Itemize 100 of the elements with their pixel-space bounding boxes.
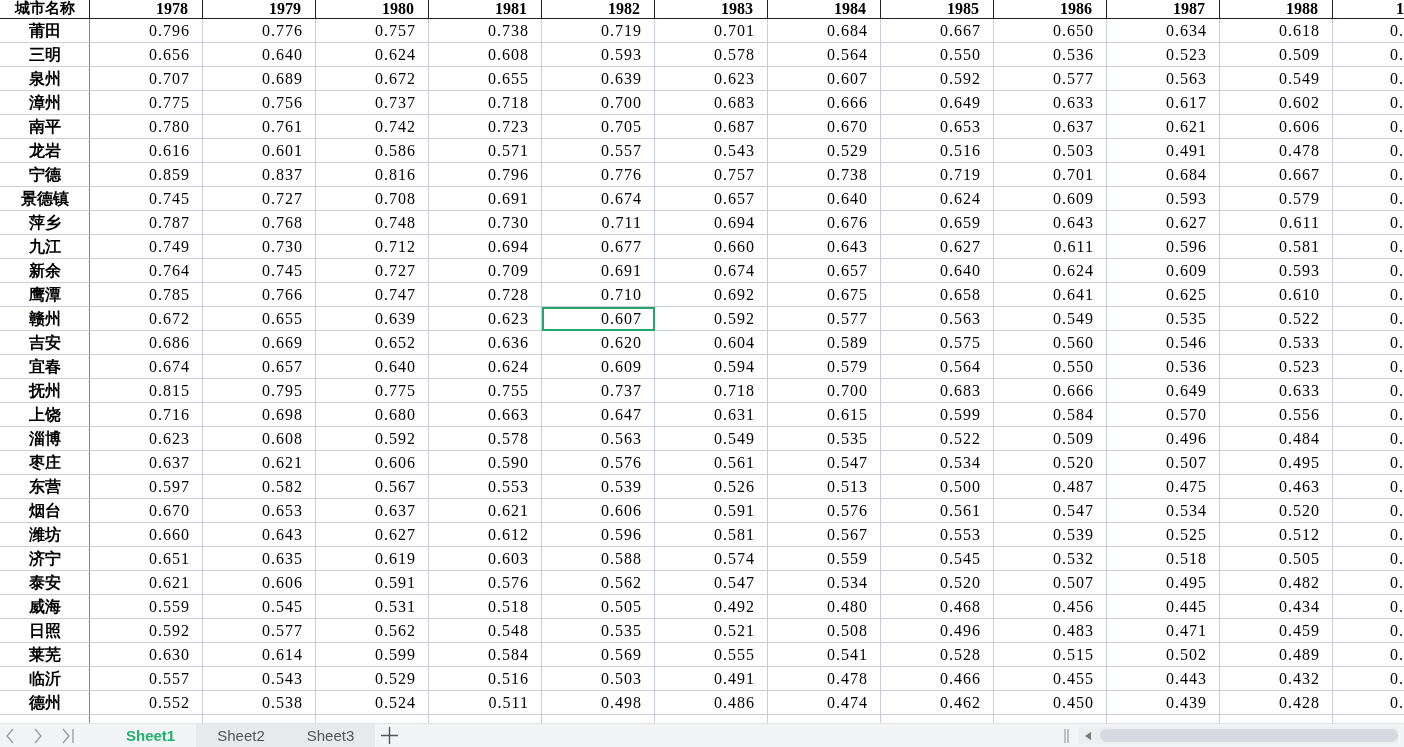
table-cell: 0.643	[203, 523, 316, 547]
table-cell: 0.607	[768, 67, 881, 91]
table-cell: 0.518	[429, 595, 542, 619]
table-cell: 0.483	[994, 619, 1107, 643]
table-cell: 0.503	[994, 139, 1107, 163]
table-cell: 0.455	[994, 667, 1107, 691]
sheet-tab[interactable]: Sheet3	[285, 724, 376, 747]
table-cell: 0.637	[994, 115, 1107, 139]
table-cell: 0.757	[316, 19, 429, 43]
table-cell: 0.520	[1220, 499, 1333, 523]
table-cell: 0.480	[768, 595, 881, 619]
table-cell: 0.719	[881, 163, 994, 187]
city-name-cell: 莱芜	[0, 643, 90, 667]
table-cell: 0.536	[994, 43, 1107, 67]
table-cell: 0.549	[1220, 67, 1333, 91]
table-cell: 0.607	[542, 307, 655, 331]
table-cell: 0.548	[429, 619, 542, 643]
table-cell: 0.512	[1220, 523, 1333, 547]
table-cell: 0.563	[542, 427, 655, 451]
table-cell: 0.592	[655, 307, 768, 331]
table-cell: 0.639	[542, 67, 655, 91]
table-cell: 0.546	[1107, 331, 1220, 355]
column-header: 1981	[429, 0, 542, 18]
table-cell: 0.500	[881, 475, 994, 499]
table-cell: 0.686	[90, 331, 203, 355]
table-cell: 0.656	[90, 43, 203, 67]
table-cell: 0.525	[1107, 523, 1220, 547]
table-cell: 0.621	[429, 499, 542, 523]
previous-sheet-icon[interactable]	[5, 727, 15, 744]
column-header: 1985	[881, 0, 994, 18]
table-cell: 0.624	[316, 43, 429, 67]
table-cell: 0.549	[655, 427, 768, 451]
table-cell: 0.728	[429, 283, 542, 307]
table-cell: 0.459	[1220, 619, 1333, 643]
table-cell: 0.683	[655, 91, 768, 115]
horizontal-scrollbar[interactable]	[1078, 727, 1398, 744]
scrollbar-thumb[interactable]	[1100, 729, 1398, 742]
table-cell: 0.640	[881, 259, 994, 283]
table-cell: 0.579	[768, 355, 881, 379]
add-sheet-icon[interactable]	[381, 727, 399, 744]
table-cell: 0.609	[542, 355, 655, 379]
table-cell: 0.615	[768, 403, 881, 427]
city-name-cell: 景德镇	[0, 187, 90, 211]
table-cell: 0.484	[1220, 427, 1333, 451]
column-header: 1987	[1107, 0, 1220, 18]
table-cell: 0.680	[316, 403, 429, 427]
city-name-cell: 莆田	[0, 19, 90, 43]
table-cell: 0.498	[542, 691, 655, 715]
table-cell: 0.567	[316, 475, 429, 499]
city-name-cell: 德州	[0, 691, 90, 715]
table-cell: 0.591	[316, 571, 429, 595]
table-cell: 0.	[1333, 91, 1404, 115]
table-cell: 0.518	[1107, 547, 1220, 571]
table-cell: 0.495	[1220, 451, 1333, 475]
table-cell: 0.718	[655, 379, 768, 403]
table-cell: 0.586	[316, 139, 429, 163]
table-cell: 0.652	[316, 331, 429, 355]
table-cell: 0.526	[655, 475, 768, 499]
table-cell: 0.627	[316, 523, 429, 547]
table-cell: 0.737	[542, 379, 655, 403]
table-cell: 0.564	[768, 43, 881, 67]
city-name-cell: 济宁	[0, 547, 90, 571]
table-cell: 0.624	[429, 355, 542, 379]
city-name-cell: 临沂	[0, 667, 90, 691]
table-cell: 0.511	[429, 691, 542, 715]
table-cell: 0.445	[1107, 595, 1220, 619]
table-cell: 0.592	[881, 67, 994, 91]
table-cell: 0.674	[655, 259, 768, 283]
table-cell: 0.653	[881, 115, 994, 139]
splitter-handle-icon[interactable]	[1064, 728, 1069, 743]
next-sheet-icon[interactable]	[33, 727, 43, 744]
table-cell: 0.	[1333, 547, 1404, 571]
table-cell: 0.487	[994, 475, 1107, 499]
sheet-tab[interactable]: Sheet2	[196, 724, 286, 747]
table-cell: 0.570	[1107, 403, 1220, 427]
table-cell: 0.562	[316, 619, 429, 643]
table-cell: 0.	[1333, 139, 1404, 163]
column-header: 1982	[542, 0, 655, 18]
table-cell: 0.776	[542, 163, 655, 187]
table-cell: 0.535	[768, 427, 881, 451]
city-name-cell: 烟台	[0, 499, 90, 523]
table-cell: 0.516	[881, 139, 994, 163]
table-cell: 0.593	[1107, 187, 1220, 211]
city-name-cell: 日照	[0, 619, 90, 643]
table-cell: 0.547	[768, 451, 881, 475]
table-cell: 0.434	[1220, 595, 1333, 619]
table-cell: 0.768	[203, 211, 316, 235]
table-cell: 0.	[1333, 643, 1404, 667]
table-cell: 0.689	[203, 67, 316, 91]
table-cell: 0.738	[768, 163, 881, 187]
last-sheet-icon[interactable]	[61, 727, 75, 744]
table-cell: 0.507	[1107, 451, 1220, 475]
table-cell: 0.619	[316, 547, 429, 571]
table-cell: 0.582	[203, 475, 316, 499]
table-cell: 0.757	[655, 163, 768, 187]
table-cell: 0.492	[655, 595, 768, 619]
table-cell: 0.643	[994, 211, 1107, 235]
scroll-left-icon[interactable]	[1085, 731, 1091, 740]
table-cell: 0.611	[994, 235, 1107, 259]
table-cell: 0.669	[203, 331, 316, 355]
